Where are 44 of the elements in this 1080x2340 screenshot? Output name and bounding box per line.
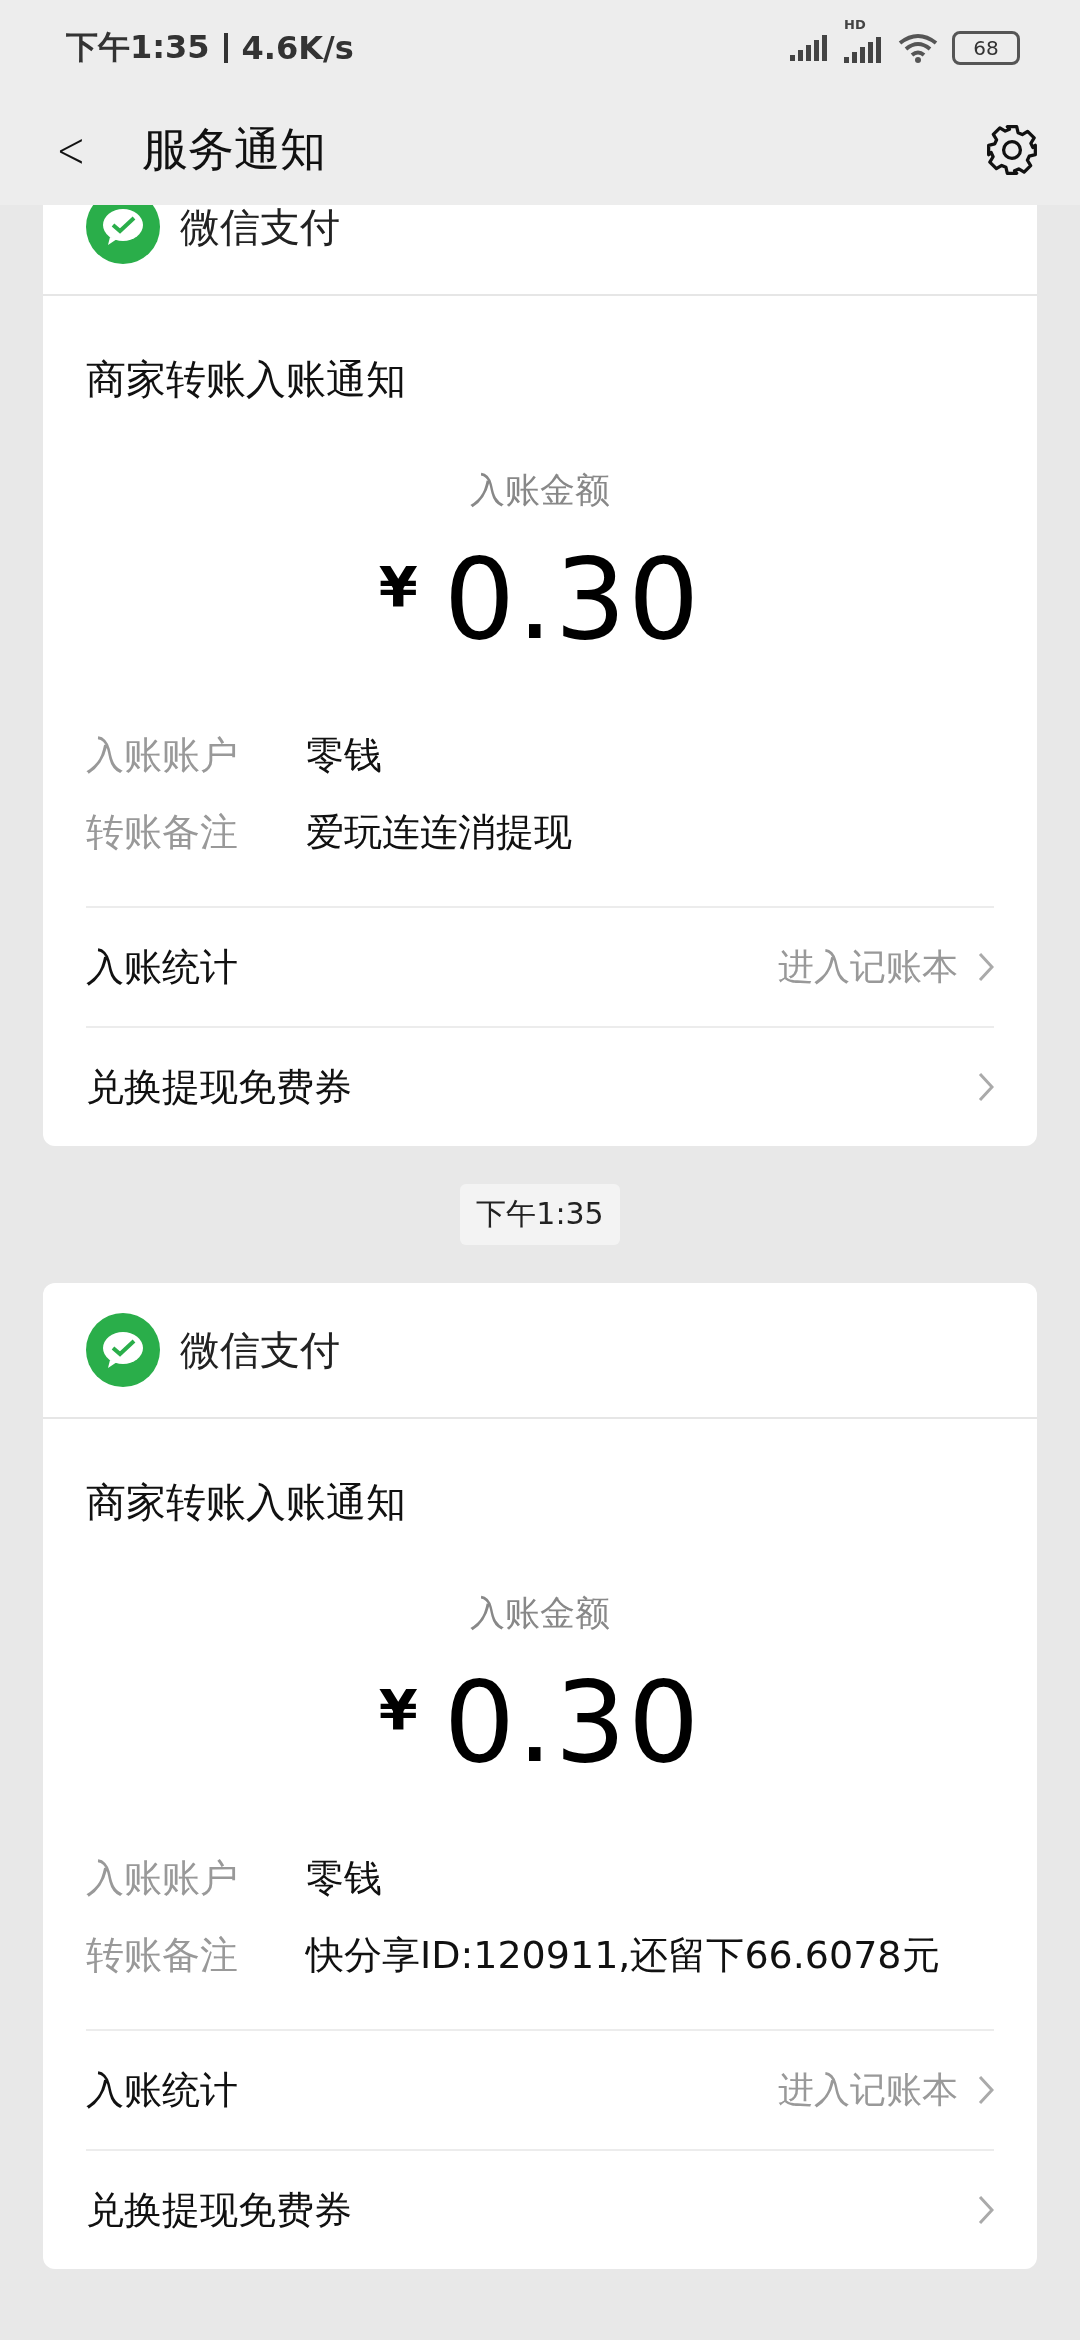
currency-symbol: ¥ bbox=[378, 1677, 418, 1742]
wifi-icon bbox=[898, 32, 938, 63]
network-speed: 4.6K/s bbox=[241, 28, 354, 67]
sender-name: 微信支付 bbox=[180, 205, 340, 252]
notification-title: 商家转账入账通知 bbox=[86, 355, 407, 404]
link-detail: 进入记账本 bbox=[778, 944, 958, 989]
status-time: 下午1:35 bbox=[66, 26, 210, 68]
field-value: 零钱 bbox=[306, 732, 382, 779]
sender-name: 微信支付 bbox=[180, 1325, 340, 1375]
link-label: 入账统计 bbox=[86, 2066, 238, 2114]
chevron-icon bbox=[978, 2195, 994, 2225]
link-row[interactable]: 入账统计 进入记账本 bbox=[86, 906, 994, 1026]
field-label: 转账备注 bbox=[86, 809, 239, 856]
settings-icon[interactable] bbox=[984, 122, 1040, 178]
signal-icon bbox=[844, 36, 884, 63]
field-label: 入账账户 bbox=[86, 732, 239, 779]
amount-value: 0.30 bbox=[443, 1657, 702, 1787]
link-label: 兑换提现免费券 bbox=[86, 1063, 352, 1111]
field-value: 零钱 bbox=[306, 1855, 382, 1902]
battery-icon: 68 bbox=[952, 30, 1020, 65]
link-detail: 进入记账本 bbox=[778, 2067, 958, 2112]
hd-label: HD bbox=[844, 16, 866, 32]
signal-icon bbox=[790, 34, 830, 61]
chat-check-icon bbox=[86, 1313, 160, 1387]
field-label: 转账备注 bbox=[86, 1932, 239, 1979]
chevron-icon bbox=[978, 2075, 994, 2105]
field-value: 快分享ID:120911,还留下66.6078元 bbox=[306, 1932, 940, 1979]
back-button[interactable]: < bbox=[42, 121, 100, 179]
amount-label: 入账金额 bbox=[469, 1592, 611, 1635]
chevron-icon bbox=[978, 952, 994, 982]
page-title: 服务通知 bbox=[141, 121, 326, 178]
link-label: 入账统计 bbox=[86, 943, 238, 991]
amount-label: 入账金额 bbox=[469, 469, 611, 512]
link-label: 兑换提现免费券 bbox=[86, 2186, 352, 2234]
field-label: 入账账户 bbox=[86, 1855, 239, 1902]
notification-title: 商家转账入账通知 bbox=[86, 1478, 407, 1527]
field-value: 爱玩连连消提现 bbox=[306, 809, 572, 856]
link-row[interactable]: 兑换提现免费券 bbox=[86, 2149, 994, 2269]
link-row[interactable]: 入账统计 进入记账本 bbox=[86, 2029, 994, 2149]
currency-symbol: ¥ bbox=[378, 554, 418, 619]
message-timestamp: 下午1:35 bbox=[460, 1184, 620, 1245]
chevron-icon bbox=[978, 1072, 994, 1102]
link-row[interactable]: 兑换提现免费券 bbox=[86, 1026, 994, 1146]
amount-value: 0.30 bbox=[443, 534, 702, 664]
